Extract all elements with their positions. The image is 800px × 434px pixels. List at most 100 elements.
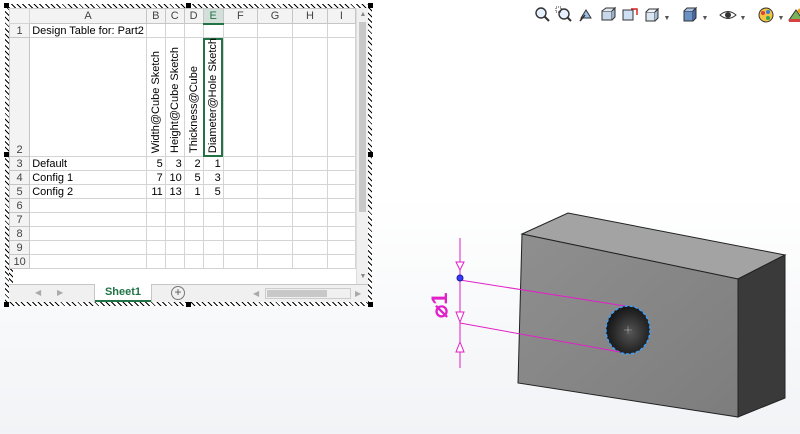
cell[interactable] — [145, 23, 166, 38]
scroll-right-icon[interactable]: ▶ — [355, 289, 361, 298]
cell[interactable] — [257, 170, 294, 186]
apply-scene-icon[interactable] — [786, 5, 800, 25]
cell[interactable] — [292, 170, 328, 186]
cell[interactable] — [145, 212, 166, 228]
table-cell[interactable]: 13 — [164, 184, 185, 200]
cell[interactable] — [164, 254, 185, 270]
cell[interactable] — [257, 36, 294, 158]
cell[interactable] — [257, 156, 294, 172]
table-cell[interactable]: 1 — [183, 184, 204, 200]
cell[interactable] — [202, 240, 224, 256]
cell[interactable] — [145, 240, 166, 256]
column-header-f[interactable]: F — [222, 8, 259, 24]
cell[interactable] — [183, 240, 204, 256]
select-all-corner[interactable] — [9, 8, 31, 24]
cell[interactable] — [145, 198, 166, 214]
cell[interactable] — [326, 212, 356, 228]
table-cell[interactable]: 10 — [164, 170, 185, 186]
column-header-a[interactable]: A — [29, 8, 147, 24]
hide-show-dropdown-icon[interactable]: ▼ — [740, 5, 747, 25]
row-header-8[interactable]: 8 — [9, 226, 31, 242]
graphics-area[interactable]: ⌀1 ▼ ▼ ▼ ▼ A B C D E F G H I 1 Design Ta… — [0, 0, 800, 434]
previous-view-icon[interactable] — [576, 5, 596, 25]
column-header-e[interactable]: E — [202, 8, 224, 25]
horizontal-scrollbar[interactable]: ◀ ▶ — [245, 288, 365, 299]
cell[interactable] — [183, 23, 204, 38]
cell[interactable] — [145, 254, 166, 270]
row-header-6[interactable]: 6 — [9, 198, 31, 214]
cell[interactable] — [183, 198, 204, 214]
scroll-up-icon[interactable]: ▲ — [358, 10, 368, 20]
add-sheet-icon[interactable]: + — [171, 286, 185, 300]
cell[interactable] — [292, 240, 328, 256]
cell[interactable] — [29, 36, 147, 158]
cell[interactable] — [183, 226, 204, 242]
cell[interactable] — [183, 254, 204, 270]
table-cell[interactable]: 2 — [183, 156, 204, 172]
cell[interactable] — [292, 184, 328, 200]
cube-side-face[interactable] — [737, 254, 786, 418]
cell[interactable] — [29, 254, 147, 270]
display-style-icon[interactable] — [680, 5, 700, 25]
cell[interactable] — [29, 198, 147, 214]
row-header-9[interactable]: 9 — [9, 240, 31, 256]
cell[interactable] — [29, 226, 147, 242]
scroll-left-icon[interactable]: ◀ — [253, 289, 259, 298]
hide-show-items-icon[interactable] — [718, 5, 738, 25]
row-header-5[interactable]: 5 — [9, 184, 31, 200]
sheet-tab[interactable]: Sheet1 — [95, 284, 151, 302]
column-header-h[interactable]: H — [292, 8, 328, 24]
table-cell[interactable]: 5 — [183, 170, 204, 186]
cell[interactable] — [222, 184, 259, 200]
table-cell[interactable]: 7 — [145, 170, 166, 186]
cell[interactable] — [222, 170, 259, 186]
cell[interactable] — [183, 212, 204, 228]
cell[interactable] — [292, 156, 328, 172]
view-orientation-icon[interactable] — [642, 5, 662, 25]
cell[interactable] — [292, 226, 328, 242]
cell[interactable] — [257, 184, 294, 200]
cell[interactable] — [222, 212, 259, 228]
cell[interactable] — [257, 226, 294, 242]
param-header-thickness[interactable]: Thickness@Cube — [183, 36, 204, 158]
cell[interactable] — [164, 240, 185, 256]
cell[interactable] — [326, 23, 356, 38]
cell[interactable] — [222, 254, 259, 270]
cell[interactable] — [292, 212, 328, 228]
cell[interactable] — [257, 212, 294, 228]
display-style-dropdown-icon[interactable]: ▼ — [702, 5, 709, 25]
cell[interactable] — [257, 254, 294, 270]
column-header-b[interactable]: B — [145, 8, 166, 24]
cell[interactable] — [164, 23, 185, 38]
cell[interactable] — [145, 226, 166, 242]
dimension-grip[interactable] — [456, 274, 464, 282]
cell[interactable] — [222, 23, 259, 38]
cell[interactable] — [222, 156, 259, 172]
table-cell[interactable]: 3 — [164, 156, 185, 172]
param-header-width[interactable]: Width@Cube Sketch — [145, 36, 166, 158]
cell[interactable] — [202, 212, 224, 228]
vertical-scrollbar[interactable]: ▲ ▼ — [356, 8, 368, 284]
cell[interactable] — [202, 198, 224, 214]
table-cell[interactable]: 5 — [202, 184, 224, 200]
table-cell[interactable]: 5 — [145, 156, 166, 172]
dynamic-annotation-icon[interactable] — [620, 5, 640, 25]
config-name-config-1[interactable]: Config 1 — [29, 170, 147, 186]
row-header-2[interactable]: 2 — [9, 36, 31, 158]
cell[interactable] — [222, 240, 259, 256]
horizontal-scroll-thumb[interactable] — [267, 290, 327, 297]
cell[interactable] — [164, 212, 185, 228]
param-header-height[interactable]: Height@Cube Sketch — [164, 36, 185, 158]
row-header-4[interactable]: 4 — [9, 170, 31, 186]
cell[interactable] — [257, 240, 294, 256]
cell[interactable] — [292, 198, 328, 214]
cell[interactable] — [222, 198, 259, 214]
column-header-d[interactable]: D — [183, 8, 204, 24]
config-name-default[interactable]: Default — [29, 156, 147, 172]
cell[interactable] — [292, 23, 328, 38]
cell[interactable] — [326, 198, 356, 214]
cell[interactable] — [202, 23, 224, 38]
cell[interactable] — [222, 36, 259, 158]
cell[interactable] — [202, 226, 224, 242]
prev-sheet-icon[interactable]: ◀ — [35, 288, 41, 297]
